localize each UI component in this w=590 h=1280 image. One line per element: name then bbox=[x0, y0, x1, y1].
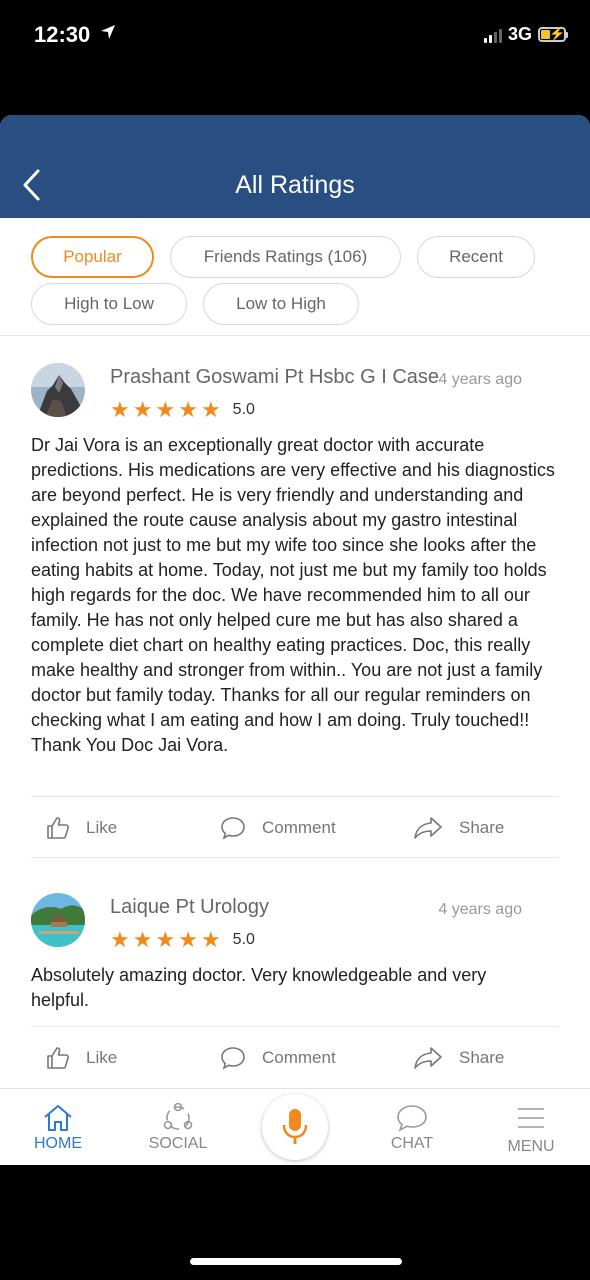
rating-value: 5.0 bbox=[232, 401, 255, 418]
home-icon bbox=[44, 1105, 72, 1131]
comment-label: Comment bbox=[262, 818, 336, 837]
signal-icon bbox=[483, 27, 502, 43]
star-icon: ★ bbox=[155, 927, 176, 952]
reviewer-name[interactable]: Prashant Goswami Pt Hsbc G I Case bbox=[110, 366, 439, 389]
location-arrow-icon bbox=[100, 24, 116, 45]
header-bar: All Ratings bbox=[0, 115, 590, 218]
share-label: Share bbox=[459, 818, 505, 837]
thumbs-up-icon bbox=[47, 1047, 69, 1069]
menu-icon bbox=[518, 1108, 544, 1128]
divider bbox=[31, 796, 559, 797]
comment-button[interactable]: Comment bbox=[220, 1046, 336, 1070]
star-icon: ★ bbox=[110, 397, 130, 422]
star-rating: ★ ★ ★ ★ ★ 5.0 bbox=[110, 929, 255, 951]
page-title: All Ratings bbox=[235, 171, 355, 199]
status-time: 12:30 bbox=[34, 22, 91, 47]
nav-social[interactable]: SOCIAL bbox=[128, 1101, 228, 1153]
battery-icon: ⚡ bbox=[538, 26, 568, 42]
nav-social-label: SOCIAL bbox=[148, 1135, 208, 1152]
star-icon: ★ bbox=[132, 927, 153, 952]
share-button[interactable]: Share bbox=[413, 1046, 504, 1070]
voice-button[interactable] bbox=[262, 1094, 328, 1160]
share-icon bbox=[414, 817, 442, 839]
star-icon: ★ bbox=[132, 397, 153, 422]
rating-value: 5.0 bbox=[232, 931, 255, 948]
star-icon: ★ bbox=[110, 927, 130, 952]
star-icon: ★ bbox=[178, 397, 198, 422]
like-button[interactable]: Like bbox=[46, 816, 117, 840]
star-icon: ★ bbox=[200, 397, 221, 422]
chat-icon bbox=[397, 1105, 427, 1132]
review-text: Dr Jai Vora is an exceptionally great do… bbox=[31, 435, 555, 755]
review-time: 4 years ago bbox=[438, 371, 522, 388]
star-icon: ★ bbox=[155, 397, 176, 422]
filter-high-to-low[interactable]: High to Low bbox=[31, 283, 187, 325]
like-label: Like bbox=[86, 818, 118, 837]
like-button[interactable]: Like bbox=[46, 1046, 117, 1070]
filter-chips: Popular Friends Ratings (106) Recent Hig… bbox=[0, 218, 590, 336]
like-label: Like bbox=[86, 1048, 118, 1067]
avatar[interactable] bbox=[31, 363, 85, 417]
filter-low-to-high[interactable]: Low to High bbox=[203, 283, 359, 325]
comment-button[interactable]: Comment bbox=[220, 816, 336, 840]
nav-home[interactable]: HOME bbox=[8, 1101, 108, 1153]
share-label: Share bbox=[459, 1048, 505, 1067]
home-indicator[interactable] bbox=[190, 1258, 402, 1265]
nav-menu[interactable]: MENU bbox=[481, 1101, 581, 1156]
bottom-nav: HOME SOCIAL CHAT MENU bbox=[0, 1088, 590, 1165]
divider bbox=[31, 1026, 559, 1027]
star-rating: ★ ★ ★ ★ ★ 5.0 bbox=[110, 399, 255, 421]
review-actions: Like Comment Share bbox=[0, 808, 590, 848]
avatar[interactable] bbox=[31, 893, 85, 947]
comment-icon bbox=[221, 1047, 245, 1070]
star-icon: ★ bbox=[200, 927, 221, 952]
filter-friends-ratings[interactable]: Friends Ratings (106) bbox=[170, 236, 401, 278]
share-button[interactable]: Share bbox=[413, 816, 504, 840]
comment-label: Comment bbox=[262, 1048, 336, 1067]
nav-chat-label: CHAT bbox=[390, 1135, 434, 1152]
filter-recent[interactable]: Recent bbox=[417, 236, 535, 278]
comment-icon bbox=[221, 817, 245, 840]
nav-chat[interactable]: CHAT bbox=[362, 1101, 462, 1153]
reviewer-name[interactable]: Laique Pt Urology bbox=[110, 896, 269, 919]
microphone-icon bbox=[282, 1109, 308, 1144]
review-actions: Like Comment Share bbox=[0, 1038, 590, 1078]
app-screen: All Ratings Popular Friends Ratings (106… bbox=[0, 115, 590, 1165]
status-indicators: 3G ⚡ bbox=[483, 24, 568, 45]
nav-menu-label: MENU bbox=[507, 1138, 555, 1155]
filter-popular[interactable]: Popular bbox=[31, 236, 154, 278]
divider bbox=[31, 857, 559, 858]
review-time: 4 years ago bbox=[438, 901, 522, 918]
thumbs-up-icon bbox=[47, 817, 69, 839]
nav-home-label: HOME bbox=[34, 1135, 82, 1152]
social-icon bbox=[163, 1102, 193, 1130]
network-type: 3G bbox=[507, 24, 532, 44]
star-icon: ★ bbox=[178, 927, 198, 952]
review-text: Absolutely amazing doctor. Very knowledg… bbox=[31, 965, 487, 1010]
status-bar: 12:30 3G ⚡ bbox=[0, 0, 590, 115]
share-icon bbox=[414, 1047, 442, 1069]
